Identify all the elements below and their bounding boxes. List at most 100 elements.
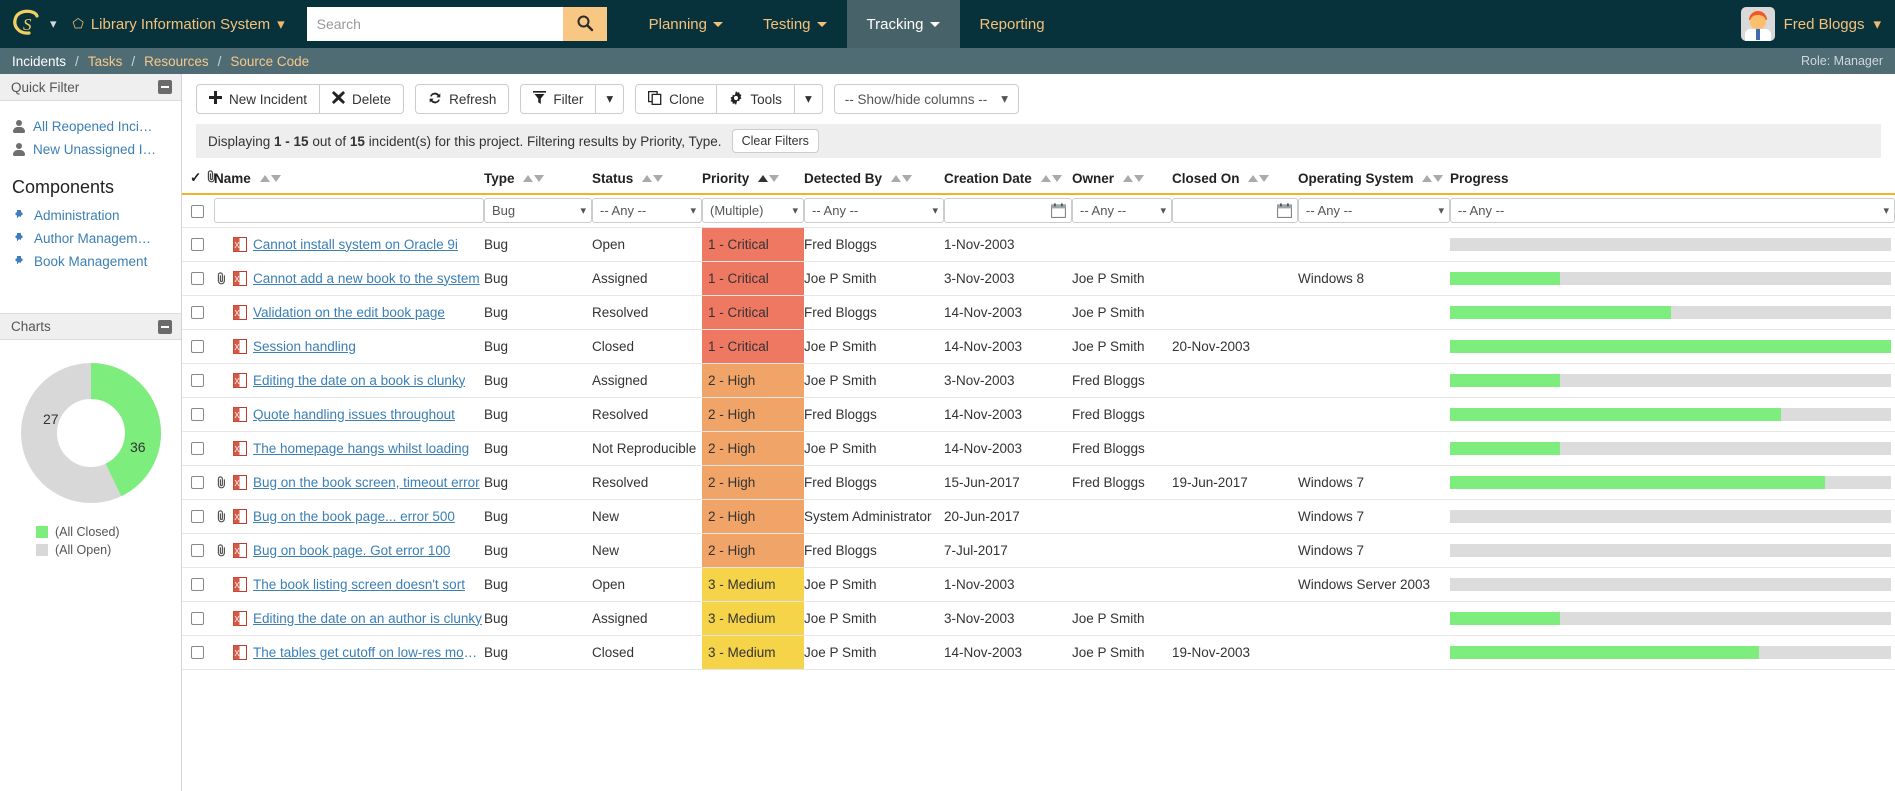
breadcrumb-item-resources[interactable]: Resources (144, 54, 209, 69)
incident-name-link[interactable]: Bug on book page. Got error 100 (253, 543, 450, 558)
row-checkbox[interactable] (191, 374, 204, 387)
col-creation-date[interactable]: Creation Date (944, 170, 1072, 194)
component-item-administration[interactable]: Administration (0, 204, 181, 227)
project-selector[interactable]: ⬠ Library Information System ▾ (73, 16, 285, 33)
component-item-book-management[interactable]: Book Management (0, 250, 181, 273)
search-input[interactable] (307, 7, 563, 41)
table-row[interactable]: XThe homepage hangs whilst loadingBugNot… (182, 431, 1895, 465)
table-row[interactable]: XBug on the book page... error 500BugNew… (182, 499, 1895, 533)
incident-name-link[interactable]: Bug on the book screen, timeout error (253, 475, 480, 490)
quick-filter-item-new-unassigned[interactable]: New Unassigned I… (0, 138, 181, 161)
quick-filter-item-all-reopened[interactable]: All Reopened Inci… (0, 115, 181, 138)
filter-dropdown-button[interactable]: ▾ (596, 84, 624, 114)
collapse-charts-icon[interactable] (158, 320, 172, 334)
sort-arrows-closed-on[interactable] (1248, 175, 1269, 182)
table-row[interactable]: XCannot add a new book to the systemBugA… (182, 261, 1895, 295)
breadcrumb-item-source-code[interactable]: Source Code (230, 54, 309, 69)
row-checkbox[interactable] (191, 272, 204, 285)
filter-button[interactable]: Filter (520, 84, 596, 114)
component-item-author-management[interactable]: Author Managem… (0, 227, 181, 250)
new-incident-button[interactable]: New Incident (196, 84, 320, 114)
incident-name-link[interactable]: Quote handling issues throughout (253, 407, 455, 422)
filter-owner-select[interactable]: -- Any -- ▾ (1072, 198, 1172, 223)
sort-arrows-owner[interactable] (1123, 175, 1144, 182)
filter-priority-select[interactable]: (Multiple) ▾ (702, 198, 804, 223)
incident-name-link[interactable]: Validation on the edit book page (253, 305, 445, 320)
clone-button[interactable]: Clone (635, 84, 717, 114)
breadcrumb-item-incidents[interactable]: Incidents (12, 54, 66, 69)
incident-name-link[interactable]: Session handling (253, 339, 356, 354)
table-row[interactable]: XThe tables get cutoff on low-res modesB… (182, 635, 1895, 669)
row-checkbox[interactable] (191, 578, 204, 591)
tools-dropdown-button[interactable]: ▾ (795, 84, 823, 114)
filter-operating-system-select[interactable]: -- Any -- ▾ (1298, 198, 1450, 223)
row-checkbox[interactable] (191, 340, 204, 353)
row-checkbox[interactable] (191, 442, 204, 455)
refresh-button[interactable]: Refresh (415, 84, 509, 114)
table-row[interactable]: XBug on book page. Got error 100BugNew2 … (182, 533, 1895, 567)
filter-detected-by-select[interactable]: -- Any -- ▾ (804, 198, 944, 223)
incident-name-link[interactable]: Cannot install system on Oracle 9i (253, 237, 458, 252)
row-checkbox[interactable] (191, 612, 204, 625)
row-checkbox[interactable] (191, 306, 204, 319)
row-checkbox[interactable] (191, 408, 204, 421)
nav-tracking[interactable]: Tracking (847, 0, 960, 48)
row-checkbox[interactable] (191, 544, 204, 557)
search-button[interactable] (563, 7, 607, 41)
incident-name-link[interactable]: The tables get cutoff on low-res modes (253, 645, 484, 660)
nav-reporting[interactable]: Reporting (960, 0, 1065, 48)
nav-planning[interactable]: Planning (629, 0, 743, 48)
global-search[interactable] (307, 7, 607, 41)
sort-arrows-detected-by[interactable] (891, 175, 912, 182)
user-chevron-down-icon[interactable]: ▾ (1873, 17, 1881, 32)
incident-name-link[interactable]: Editing the date on a book is clunky (253, 373, 465, 388)
tools-button[interactable]: Tools (717, 84, 795, 114)
calendar-icon[interactable] (1277, 203, 1292, 218)
calendar-icon[interactable] (1051, 203, 1066, 218)
filter-name-input[interactable] (214, 198, 484, 223)
row-checkbox[interactable] (191, 476, 204, 489)
select-all-checkbox[interactable] (191, 205, 204, 218)
sort-arrows-creation-date[interactable] (1041, 175, 1062, 182)
sort-arrows-operating-system[interactable] (1422, 175, 1443, 182)
filter-progress-select[interactable]: -- Any -- ▾ (1450, 198, 1895, 223)
logo-chevron-down-icon[interactable]: ▾ (50, 16, 57, 32)
col-type[interactable]: Type (484, 170, 592, 194)
breadcrumb-item-tasks[interactable]: Tasks (88, 54, 123, 69)
nav-testing[interactable]: Testing (743, 0, 847, 48)
table-row[interactable]: XEditing the date on an author is clunky… (182, 601, 1895, 635)
table-row[interactable]: XValidation on the edit book pageBugReso… (182, 295, 1895, 329)
col-closed-on[interactable]: Closed On (1172, 170, 1298, 194)
row-checkbox[interactable] (191, 238, 204, 251)
col-select-all[interactable]: ✓ (182, 170, 214, 194)
col-owner[interactable]: Owner (1072, 170, 1172, 194)
incident-name-link[interactable]: The book listing screen doesn't sort (253, 577, 465, 592)
sort-arrows-name[interactable] (260, 175, 281, 182)
row-checkbox[interactable] (191, 510, 204, 523)
sort-arrows-priority[interactable] (758, 175, 779, 182)
sort-arrows-type[interactable] (523, 175, 544, 182)
row-checkbox[interactable] (191, 646, 204, 659)
incident-name-link[interactable]: The homepage hangs whilst loading (253, 441, 469, 456)
filter-creation-date-input[interactable] (944, 198, 1072, 223)
project-chevron-down-icon[interactable]: ▾ (277, 17, 285, 32)
table-row[interactable]: XEditing the date on a book is clunkyBug… (182, 363, 1895, 397)
show-hide-columns-select[interactable]: -- Show/hide columns -- ▾ (834, 84, 1019, 114)
filter-closed-on-input[interactable] (1172, 198, 1298, 223)
incident-name-link[interactable]: Cannot add a new book to the system (253, 271, 480, 286)
table-row[interactable]: XSession handlingBugClosed1 - CriticalJo… (182, 329, 1895, 363)
clear-filters-button[interactable]: Clear Filters (732, 129, 819, 153)
filter-status-select[interactable]: -- Any -- ▾ (592, 198, 702, 223)
logo-area[interactable]: S ▾ (10, 7, 63, 41)
delete-button[interactable]: Delete (320, 84, 404, 114)
incident-name-link[interactable]: Bug on the book page... error 500 (253, 509, 455, 524)
collapse-quick-filter-icon[interactable] (158, 80, 172, 94)
col-detected-by[interactable]: Detected By (804, 170, 944, 194)
col-status[interactable]: Status (592, 170, 702, 194)
table-row[interactable]: XThe book listing screen doesn't sortBug… (182, 567, 1895, 601)
table-row[interactable]: XCannot install system on Oracle 9iBugOp… (182, 227, 1895, 261)
col-name[interactable]: Name (214, 170, 484, 194)
user-menu[interactable]: Fred Bloggs ▾ (1741, 0, 1881, 48)
table-row[interactable]: XQuote handling issues throughoutBugReso… (182, 397, 1895, 431)
incident-name-link[interactable]: Editing the date on an author is clunky (253, 611, 482, 626)
